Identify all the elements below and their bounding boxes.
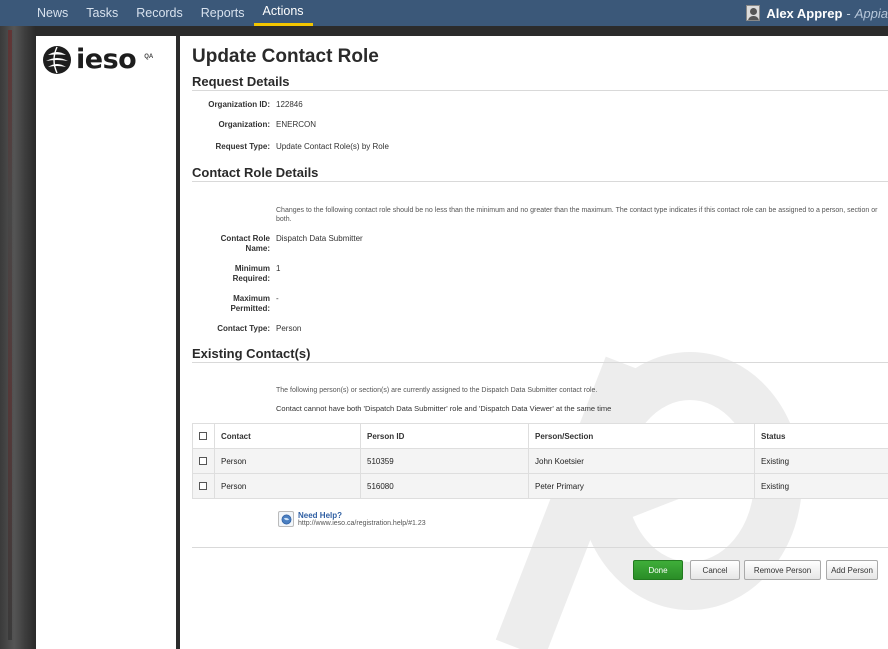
section-divider: [192, 181, 888, 182]
user-avatar-icon[interactable]: [746, 5, 761, 21]
help-title[interactable]: Need Help?: [298, 511, 426, 520]
nav-item-news[interactable]: News: [28, 0, 77, 26]
nav-menu: News Tasks Records Reports Actions: [28, 0, 313, 26]
row-select-cell: [192, 473, 215, 499]
field-value-contact-role-name: Dispatch Data Submitter: [276, 234, 363, 243]
cell-person-section: John Koetsier: [528, 448, 755, 474]
environment-badge: QA: [144, 53, 154, 60]
help-text-block: Need Help? http://www.ieso.ca/registrati…: [298, 511, 426, 527]
field-label-minimum-required: Minimum Required:: [192, 264, 270, 284]
field-value-minimum-required: 1: [276, 264, 281, 273]
nav-item-reports[interactable]: Reports: [192, 0, 254, 26]
page-title: Update Contact Role: [192, 46, 379, 67]
section-divider: [192, 90, 888, 91]
select-all-checkbox[interactable]: [199, 432, 207, 441]
help-globe-icon: [278, 511, 294, 527]
column-header-contact[interactable]: Contact: [214, 423, 361, 449]
label-line: Minimum: [234, 264, 270, 273]
field-label-organization-id: Organization ID:: [208, 100, 270, 109]
nav-item-actions[interactable]: Actions: [253, 0, 313, 26]
table-row: Person 516080 Peter Primary Existing: [192, 473, 888, 499]
contacts-table: Contact Person ID Person/Section Status …: [192, 423, 888, 499]
existing-contacts-help-text: The following person(s) or section(s) ar…: [276, 387, 598, 394]
side-background: [0, 0, 36, 649]
contact-role-help-text: Changes to the following contact role sh…: [276, 207, 878, 223]
ieso-logo-icon: [43, 45, 71, 74]
remove-person-button[interactable]: Remove Person: [744, 560, 821, 580]
nav-item-records[interactable]: Records: [127, 0, 192, 26]
field-value-maximum-permitted: -: [276, 294, 279, 303]
column-header-person-id[interactable]: Person ID: [360, 423, 529, 449]
field-value-organization-id: 122846: [276, 100, 303, 109]
cell-contact: Person: [214, 448, 361, 474]
user-area: Alex Apprep - Appia: [746, 0, 888, 26]
bottom-divider: [192, 547, 888, 548]
user-separator: -: [846, 5, 851, 21]
cell-person-section: Peter Primary: [528, 473, 755, 499]
field-label-contact-role-name: Contact Role Name:: [192, 234, 270, 254]
select-all-cell: [192, 423, 215, 449]
cell-person-id: 510359: [360, 448, 529, 474]
cell-status: Existing: [754, 448, 888, 474]
logo-panel: ieso QA: [36, 36, 176, 649]
cell-status: Existing: [754, 473, 888, 499]
label-line: Name:: [245, 244, 270, 253]
done-button[interactable]: Done: [633, 560, 683, 580]
nav-item-tasks[interactable]: Tasks: [77, 0, 127, 26]
table-header-row: Contact Person ID Person/Section Status: [192, 423, 888, 449]
top-navigation-bar: News Tasks Records Reports Actions Alex …: [0, 0, 888, 26]
row-select-cell: [192, 448, 215, 474]
section-heading-request-details: Request Details: [192, 74, 290, 89]
field-value-request-type: Update Contact Role(s) by Role: [276, 142, 389, 151]
label-line: Required:: [232, 274, 270, 283]
column-header-status[interactable]: Status: [754, 423, 888, 449]
main-content: Update Contact Role Request Details Orga…: [180, 36, 888, 649]
row-checkbox[interactable]: [199, 457, 207, 466]
field-label-organization: Organization:: [218, 120, 270, 129]
need-help-link[interactable]: Need Help? http://www.ieso.ca/registrati…: [278, 511, 426, 527]
label-line: Maximum: [233, 294, 270, 303]
cell-person-id: 516080: [360, 473, 529, 499]
cell-contact: Person: [214, 473, 361, 499]
section-divider: [192, 362, 888, 363]
field-label-contact-type: Contact Type:: [217, 324, 270, 333]
section-heading-existing-contacts: Existing Contact(s): [192, 346, 311, 361]
section-heading-contact-role-details: Contact Role Details: [192, 165, 319, 180]
row-checkbox[interactable]: [199, 482, 207, 491]
ieso-logo[interactable]: ieso QA: [42, 44, 153, 75]
cancel-button[interactable]: Cancel: [690, 560, 740, 580]
side-background-streak: [8, 30, 12, 640]
field-label-request-type: Request Type:: [215, 142, 270, 151]
table-row: Person 510359 John Koetsier Existing: [192, 448, 888, 474]
user-name[interactable]: Alex Apprep: [766, 6, 842, 21]
column-header-person-section[interactable]: Person/Section: [528, 423, 755, 449]
field-value-contact-type: Person: [276, 324, 302, 333]
field-label-maximum-permitted: Maximum Permitted:: [192, 294, 270, 314]
app-name[interactable]: Appia: [855, 6, 888, 21]
logo-text: ieso: [76, 44, 137, 75]
add-person-button[interactable]: Add Person: [826, 560, 878, 580]
existing-contacts-warning: Contact cannot have both 'Dispatch Data …: [276, 404, 612, 413]
field-value-organization: ENERCON: [276, 120, 317, 129]
help-url[interactable]: http://www.ieso.ca/registration.help/#1.…: [298, 520, 426, 527]
label-line: Contact Role: [220, 234, 270, 243]
label-line: Permitted:: [230, 304, 270, 313]
